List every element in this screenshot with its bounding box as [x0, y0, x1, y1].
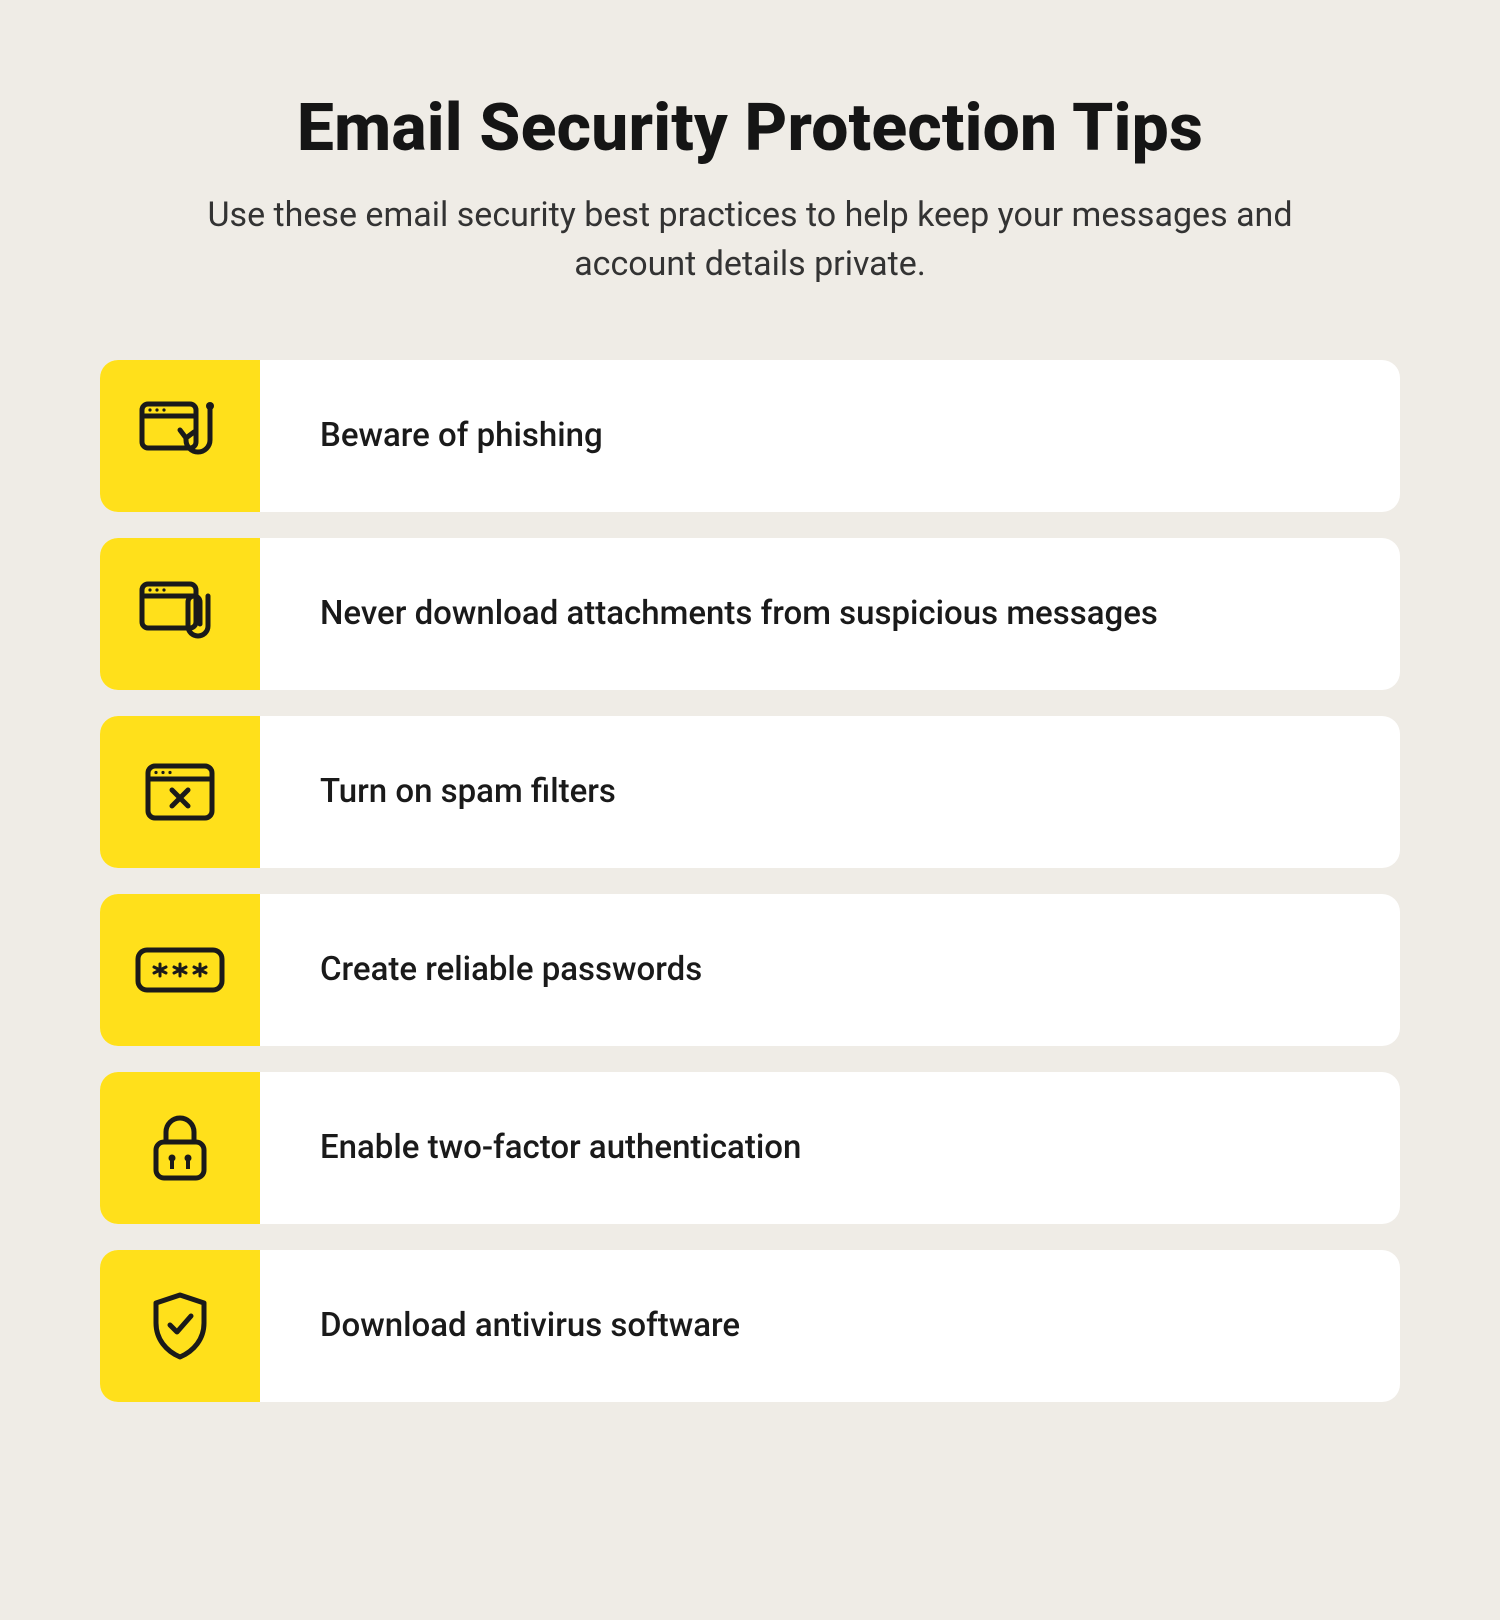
tip-label: Never download attachments from suspicio… [260, 538, 1400, 690]
tip-item: Never download attachments from suspicio… [100, 538, 1400, 690]
page-title: Email Security Protection Tips [100, 90, 1400, 167]
tip-label: Enable two-factor authentication [260, 1072, 1400, 1224]
tip-label: Beware of phishing [260, 360, 1400, 512]
tip-item: Beware of phishing [100, 360, 1400, 512]
page-subtitle: Use these email security best practices … [200, 191, 1300, 290]
tip-item: Enable two-factor authentication [100, 1072, 1400, 1224]
spam-icon [100, 716, 260, 868]
attachment-icon [100, 538, 260, 690]
tip-label: Turn on spam filters [260, 716, 1400, 868]
phishing-icon [100, 360, 260, 512]
tip-item: Turn on spam filters [100, 716, 1400, 868]
tip-label: Download antivirus software [260, 1250, 1400, 1402]
shield-icon [100, 1250, 260, 1402]
lock-icon [100, 1072, 260, 1224]
tip-item: Download antivirus software [100, 1250, 1400, 1402]
header: Email Security Protection Tips Use these… [100, 90, 1400, 290]
password-icon [100, 894, 260, 1046]
tip-label: Create reliable passwords [260, 894, 1400, 1046]
tips-list: Beware of phishing Never download attach… [100, 360, 1400, 1402]
tip-item: Create reliable passwords [100, 894, 1400, 1046]
